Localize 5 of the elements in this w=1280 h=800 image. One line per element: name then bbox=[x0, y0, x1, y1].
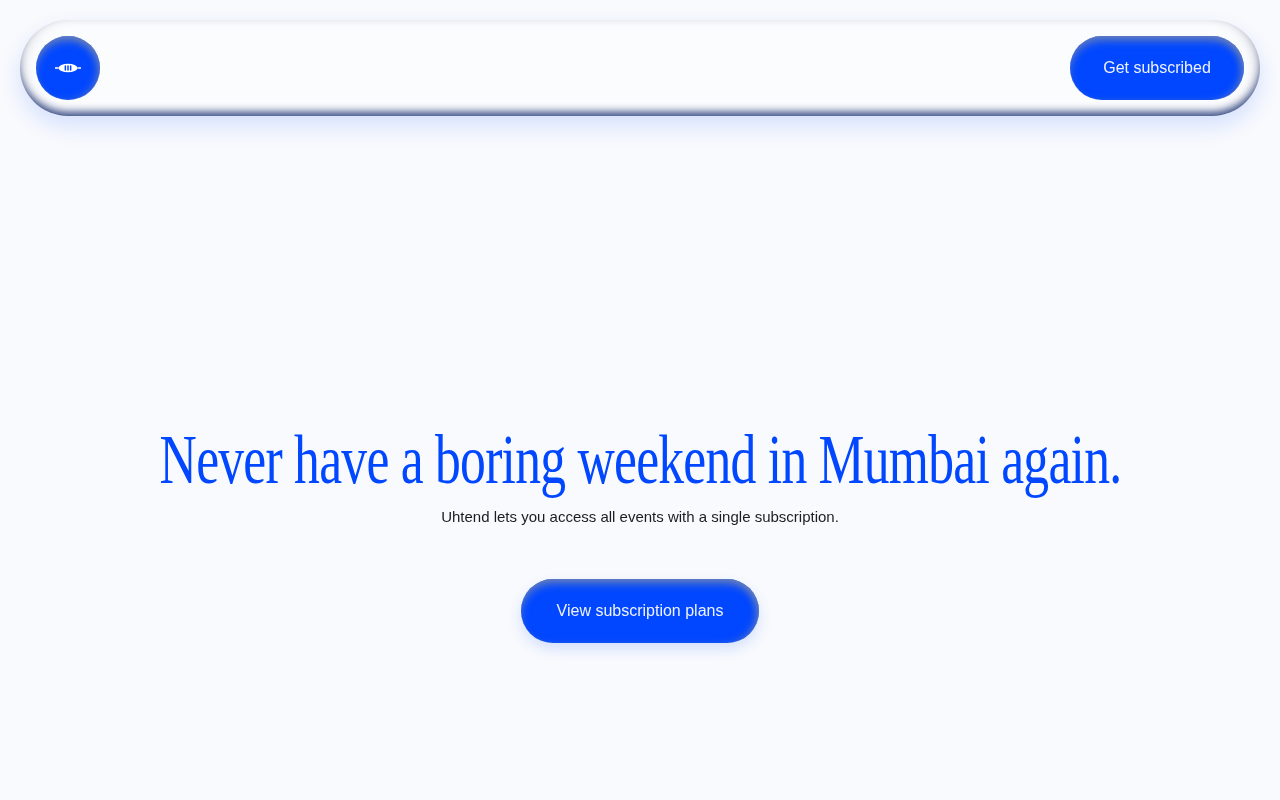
logo-icon[interactable] bbox=[36, 36, 100, 100]
hero-headline: Never have a boring weekend in Mumbai again. bbox=[159, 422, 1121, 498]
get-subscribed-button[interactable]: Get subscribed bbox=[1070, 36, 1244, 100]
hero-subheadline: Uhtend lets you access all events with a single subscription. bbox=[441, 507, 839, 527]
view-plans-button[interactable]: View subscription plans bbox=[521, 579, 759, 643]
